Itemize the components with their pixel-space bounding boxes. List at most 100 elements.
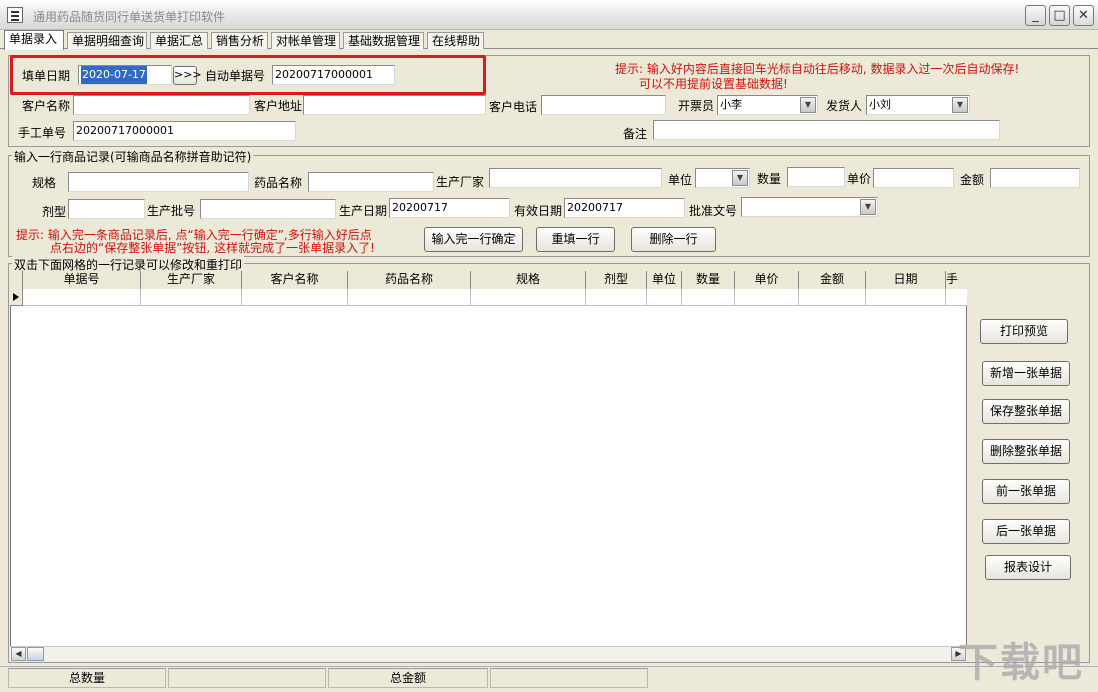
amount-label: 金额: [960, 171, 984, 188]
amount-input[interactable]: [990, 168, 1080, 188]
grid-cell[interactable]: [586, 289, 647, 306]
issuer-value: 小李: [720, 98, 742, 111]
grid-cell[interactable]: [735, 289, 799, 306]
tab-bill-entry[interactable]: 单据录入: [4, 30, 64, 50]
spec-input[interactable]: [68, 172, 249, 192]
customer-address-label: 客户地址: [254, 97, 302, 114]
save-bill-button[interactable]: 保存整张单据: [982, 399, 1070, 424]
chevron-down-icon: ▼: [732, 170, 748, 186]
delete-bill-button[interactable]: 删除整张单据: [982, 439, 1070, 464]
grid-cell[interactable]: [141, 289, 242, 306]
tab-sales-analysis[interactable]: 销售分析: [211, 32, 268, 49]
total-quantity-value: [168, 668, 326, 688]
chevron-down-icon: ▼: [800, 97, 816, 113]
records-grid[interactable]: [10, 271, 967, 661]
tab-online-help[interactable]: 在线帮助: [427, 32, 484, 49]
manufacturer-label: 生产厂家: [436, 173, 484, 190]
grid-cell[interactable]: [471, 289, 586, 306]
column-header-customer-name[interactable]: 客户名称: [242, 271, 348, 289]
unit-select[interactable]: ▼: [695, 168, 750, 188]
tab-bill-detail-query[interactable]: 单据明细查询: [67, 32, 147, 49]
print-preview-button[interactable]: 打印预览: [980, 319, 1068, 344]
item-entry-group-title: 输入一行商品记录(可输商品名称拼音助记符): [12, 148, 253, 165]
item-hint-line2: 点右边的“保存整张单据”按钮, 这样就完成了一张单据录入了!: [50, 241, 375, 255]
confirm-row-button[interactable]: 输入完一行确定: [424, 227, 523, 252]
next-bill-button[interactable]: 后一张单据: [982, 519, 1070, 544]
drug-name-label: 药品名称: [254, 174, 302, 191]
close-button[interactable]: ✕: [1073, 5, 1094, 26]
customer-phone-input[interactable]: [541, 95, 666, 115]
scroll-left-icon[interactable]: ◀: [11, 647, 26, 661]
expiry-date-label: 有效日期: [514, 202, 562, 219]
column-header-date[interactable]: 日期: [866, 271, 946, 289]
tab-base-data-management[interactable]: 基础数据管理: [343, 32, 424, 49]
maximize-button[interactable]: □: [1049, 5, 1070, 26]
unit-price-label: 单价: [847, 170, 871, 187]
delete-row-button[interactable]: 删除一行: [631, 227, 716, 252]
header-hint-line1: 提示: 输入好内容后直接回车光标自动往后移动, 数据录入过一次后自动保存!: [615, 62, 1019, 76]
tab-statement-management[interactable]: 对帐单管理: [271, 32, 340, 49]
column-header-dosage-form[interactable]: 剂型: [586, 271, 647, 289]
window-title: 通用药品随货同行单送货单打印软件: [33, 8, 225, 25]
batch-no-label: 生产批号: [147, 202, 195, 219]
grid-cell[interactable]: [946, 289, 967, 306]
scroll-thumb[interactable]: [27, 647, 44, 661]
column-header-unit[interactable]: 单位: [647, 271, 682, 289]
shipper-select[interactable]: 小刘 ▼: [866, 95, 970, 115]
total-amount-value: [490, 668, 648, 688]
unit-label: 单位: [668, 171, 692, 188]
tab-bill-summary[interactable]: 单据汇总: [150, 32, 208, 49]
issuer-select[interactable]: 小李 ▼: [717, 95, 818, 115]
column-header-quantity[interactable]: 数量: [682, 271, 735, 289]
grid-cell[interactable]: [348, 289, 471, 306]
batch-no-input[interactable]: [200, 199, 336, 219]
grid-cell[interactable]: [682, 289, 735, 306]
highlight-box: [10, 55, 486, 95]
customer-address-input[interactable]: [303, 95, 486, 115]
expiry-date-input[interactable]: 20200717: [564, 198, 685, 218]
customer-name-input[interactable]: [73, 95, 250, 115]
horizontal-scrollbar[interactable]: [10, 646, 967, 661]
grid-cell[interactable]: [23, 289, 141, 306]
header-hint-line2: 可以不用提前设置基础数据!: [639, 77, 788, 91]
new-bill-button[interactable]: 新增一张单据: [982, 361, 1070, 386]
approval-no-label: 批准文号: [689, 202, 737, 219]
quantity-input[interactable]: [787, 167, 845, 187]
column-header-unit-price[interactable]: 单价: [735, 271, 799, 289]
report-design-button[interactable]: 报表设计: [985, 555, 1071, 580]
production-date-input[interactable]: 20200717: [389, 198, 510, 218]
grid-cell[interactable]: [242, 289, 348, 306]
column-header-bill-no[interactable]: 单据号: [23, 271, 141, 289]
approval-no-select[interactable]: ▼: [741, 197, 878, 217]
column-header-manual[interactable]: 手: [946, 271, 967, 289]
drug-name-input[interactable]: [308, 172, 434, 192]
minimize-button[interactable]: _: [1025, 5, 1046, 26]
dosage-form-label: 剂型: [42, 203, 66, 220]
row-indicator[interactable]: [10, 289, 23, 306]
grid-cell[interactable]: [799, 289, 866, 306]
chevron-down-icon: ▼: [860, 199, 876, 215]
unit-price-input[interactable]: [873, 168, 954, 188]
manual-no-label: 手工单号: [18, 124, 66, 141]
manufacturer-input[interactable]: [489, 168, 662, 188]
shipper-value: 小刘: [869, 98, 891, 111]
grid-cell[interactable]: [647, 289, 682, 306]
shipper-label: 发货人: [826, 97, 862, 114]
production-date-label: 生产日期: [339, 202, 387, 219]
column-header-spec[interactable]: 规格: [471, 271, 586, 289]
prev-bill-button[interactable]: 前一张单据: [982, 479, 1070, 504]
column-header-drug-name[interactable]: 药品名称: [348, 271, 471, 289]
remark-input[interactable]: [653, 120, 1000, 140]
remark-label: 备注: [623, 125, 647, 142]
dosage-form-input[interactable]: [68, 199, 145, 219]
refill-row-button[interactable]: 重填一行: [536, 227, 615, 252]
customer-phone-label: 客户电话: [489, 98, 537, 115]
chevron-down-icon: ▼: [952, 97, 968, 113]
grid-cell[interactable]: [866, 289, 946, 306]
column-header-amount[interactable]: 金额: [799, 271, 866, 289]
column-header-manufacturer[interactable]: 生产厂家: [141, 271, 242, 289]
item-hint-line1: 提示: 输入完一条商品记录后, 点“输入完一行确定”,多行输入好后点: [16, 228, 372, 242]
manual-no-input[interactable]: 20200717000001: [73, 121, 296, 141]
total-quantity-label: 总数量: [8, 668, 166, 688]
spec-label: 规格: [32, 174, 56, 191]
